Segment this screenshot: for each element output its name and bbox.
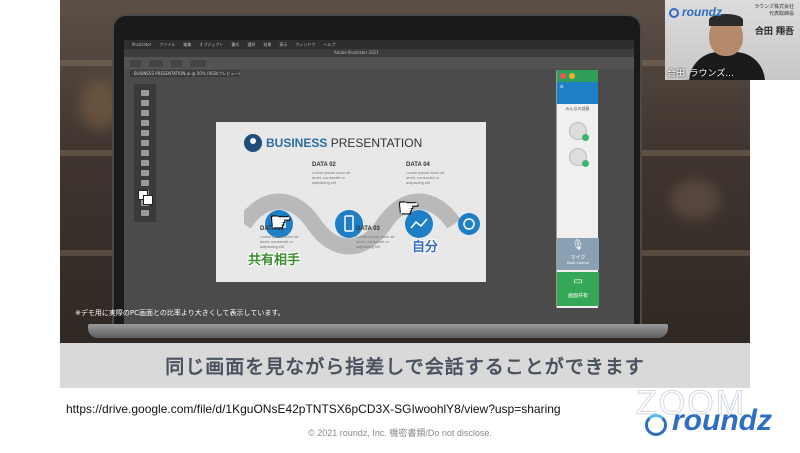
menu-item[interactable]: ファイル [159,42,175,48]
width-tool-icon[interactable] [141,210,149,216]
app-title: Adobe Illustrator 2021 [334,50,379,55]
illustrator-control-bar [124,57,634,69]
person-name: 合田 翔吾 [754,27,794,37]
laptop: Illustrator ファイル 編集 オブジェクト 書式 選択 効果 表示 ウ… [112,14,642,332]
settings-icon[interactable]: ⚙ [560,84,564,89]
data-text: Lorem ipsum dolor sit amet, consectet ur… [356,234,395,249]
menu-item[interactable]: 書式 [231,42,239,48]
laptop-base [88,324,668,338]
monitor-icon: ▭ [573,276,583,287]
illustrator-menubar: Illustrator ファイル 編集 オブジェクト 書式 選択 効果 表示 ウ… [124,40,634,49]
video-brand: roundz [682,5,722,19]
room-label: みんなの部屋 [565,106,590,111]
mic-sub-label: Multi Control [566,261,590,265]
slide-caption: 同じ画面を見ながら指差しで会話することができます [165,356,645,378]
panel-header: ⚙ [557,82,598,104]
mic-label: マイク [570,255,586,261]
data-label: DATA 02 [312,162,336,168]
video-caption: 合田_ラウンズ... [667,69,734,79]
title-rest: PRESENTATION [327,136,423,150]
roundz-logo-icon [645,414,667,436]
screen-share-button[interactable]: ▭ 画面共有 [557,272,599,306]
screen-share-label: 画面共有 [567,293,588,299]
minimize-icon[interactable] [569,73,575,79]
participant-video[interactable]: roundz ラウンズ株式会社 代表取締役 合田 翔吾 合田_ラウンズ... [665,0,800,80]
eraser-tool-icon[interactable] [141,180,149,186]
control-field[interactable] [170,59,182,67]
pointing-hand-icon: ☛ [398,194,420,222]
person-icon [244,134,262,152]
stroke-swatch[interactable] [143,195,153,205]
roundz-logo-icon [669,8,679,18]
pen-tool-icon[interactable] [141,110,149,116]
close-icon[interactable] [560,73,566,79]
rectangle-tool-icon[interactable] [141,150,149,156]
background-blur [670,180,720,220]
illustrator-title-bar: Adobe Illustrator 2021 [124,49,634,57]
control-field[interactable] [149,59,163,67]
line-tool-icon[interactable] [141,140,149,146]
mic-button[interactable]: 🎙 マイク Multi Control [557,238,599,270]
selection-tool-icon[interactable] [141,90,149,96]
roundz-side-panel: ⚙ みんなの部屋 🎙 マイク Multi Control ▭ 画面共有 [556,70,599,308]
document-tab-label: BUSINESS PRESENTATION.ai @ 50% (RGB/プレビュ… [134,71,240,76]
data-text: Lorem ipsum dolor sit amet, consectet ur… [312,170,351,185]
self-label: 自分 [412,240,439,255]
type-tool-icon[interactable] [141,130,149,136]
direct-selection-tool-icon[interactable] [141,100,149,106]
data-label: DATA 03 [356,226,380,232]
menu-item[interactable]: 効果 [263,42,271,48]
artboard-title: BUSINESS PRESENTATION [266,136,422,150]
mic-icon: 🎙 [571,240,585,251]
control-field[interactable] [130,59,142,67]
menu-item[interactable]: Illustrator [132,42,151,47]
caption-band: 同じ画面を見ながら指差しで会話することができます [60,343,750,388]
company-line: ラウンズ株式会社 [754,4,794,10]
avatar[interactable] [568,148,589,167]
avatar[interactable] [568,122,589,141]
menu-item[interactable]: ウィンドウ [295,42,315,48]
data-label: DATA 04 [406,162,430,168]
company-label: ラウンズ株式会社 代表取締役 [754,4,794,18]
curvature-tool-icon[interactable] [141,120,149,126]
paintbrush-tool-icon[interactable] [141,160,149,166]
title-bold: BUSINESS [266,136,328,150]
document-tab[interactable]: BUSINESS PRESENTATION.ai @ 50% (RGB/プレビュ… [130,70,240,77]
data-text: Lorem ipsum dolor sit amet, consectet ur… [406,170,445,185]
demo-note: ※デモ用に実際のPC画面との比率より大きくして表示しています。 [75,309,285,317]
pencil-tool-icon[interactable] [141,170,149,176]
laptop-screen: Illustrator ファイル 編集 オブジェクト 書式 選択 効果 表示 ウ… [124,40,634,328]
control-field[interactable] [189,59,206,67]
company-line: 代表取締役 [768,11,794,17]
partner-label: 共有相手 [248,253,301,268]
cycle-icon [458,213,480,235]
pointing-hand-icon: ☛ [270,208,292,236]
menu-item[interactable]: 表示 [279,42,287,48]
menu-item[interactable]: オブジェクト [199,42,223,48]
roundz-logo: roundz [672,404,772,437]
menu-item[interactable]: 編集 [183,42,191,48]
menu-item[interactable]: 選択 [247,42,255,48]
menu-item[interactable]: ヘルプ [323,42,335,48]
share-url[interactable]: https://drive.google.com/file/d/1KguONsE… [66,402,561,416]
data-text: Lorem ipsum dolor sit amet, consectet ur… [260,234,299,249]
panel-window-bar [557,70,598,82]
